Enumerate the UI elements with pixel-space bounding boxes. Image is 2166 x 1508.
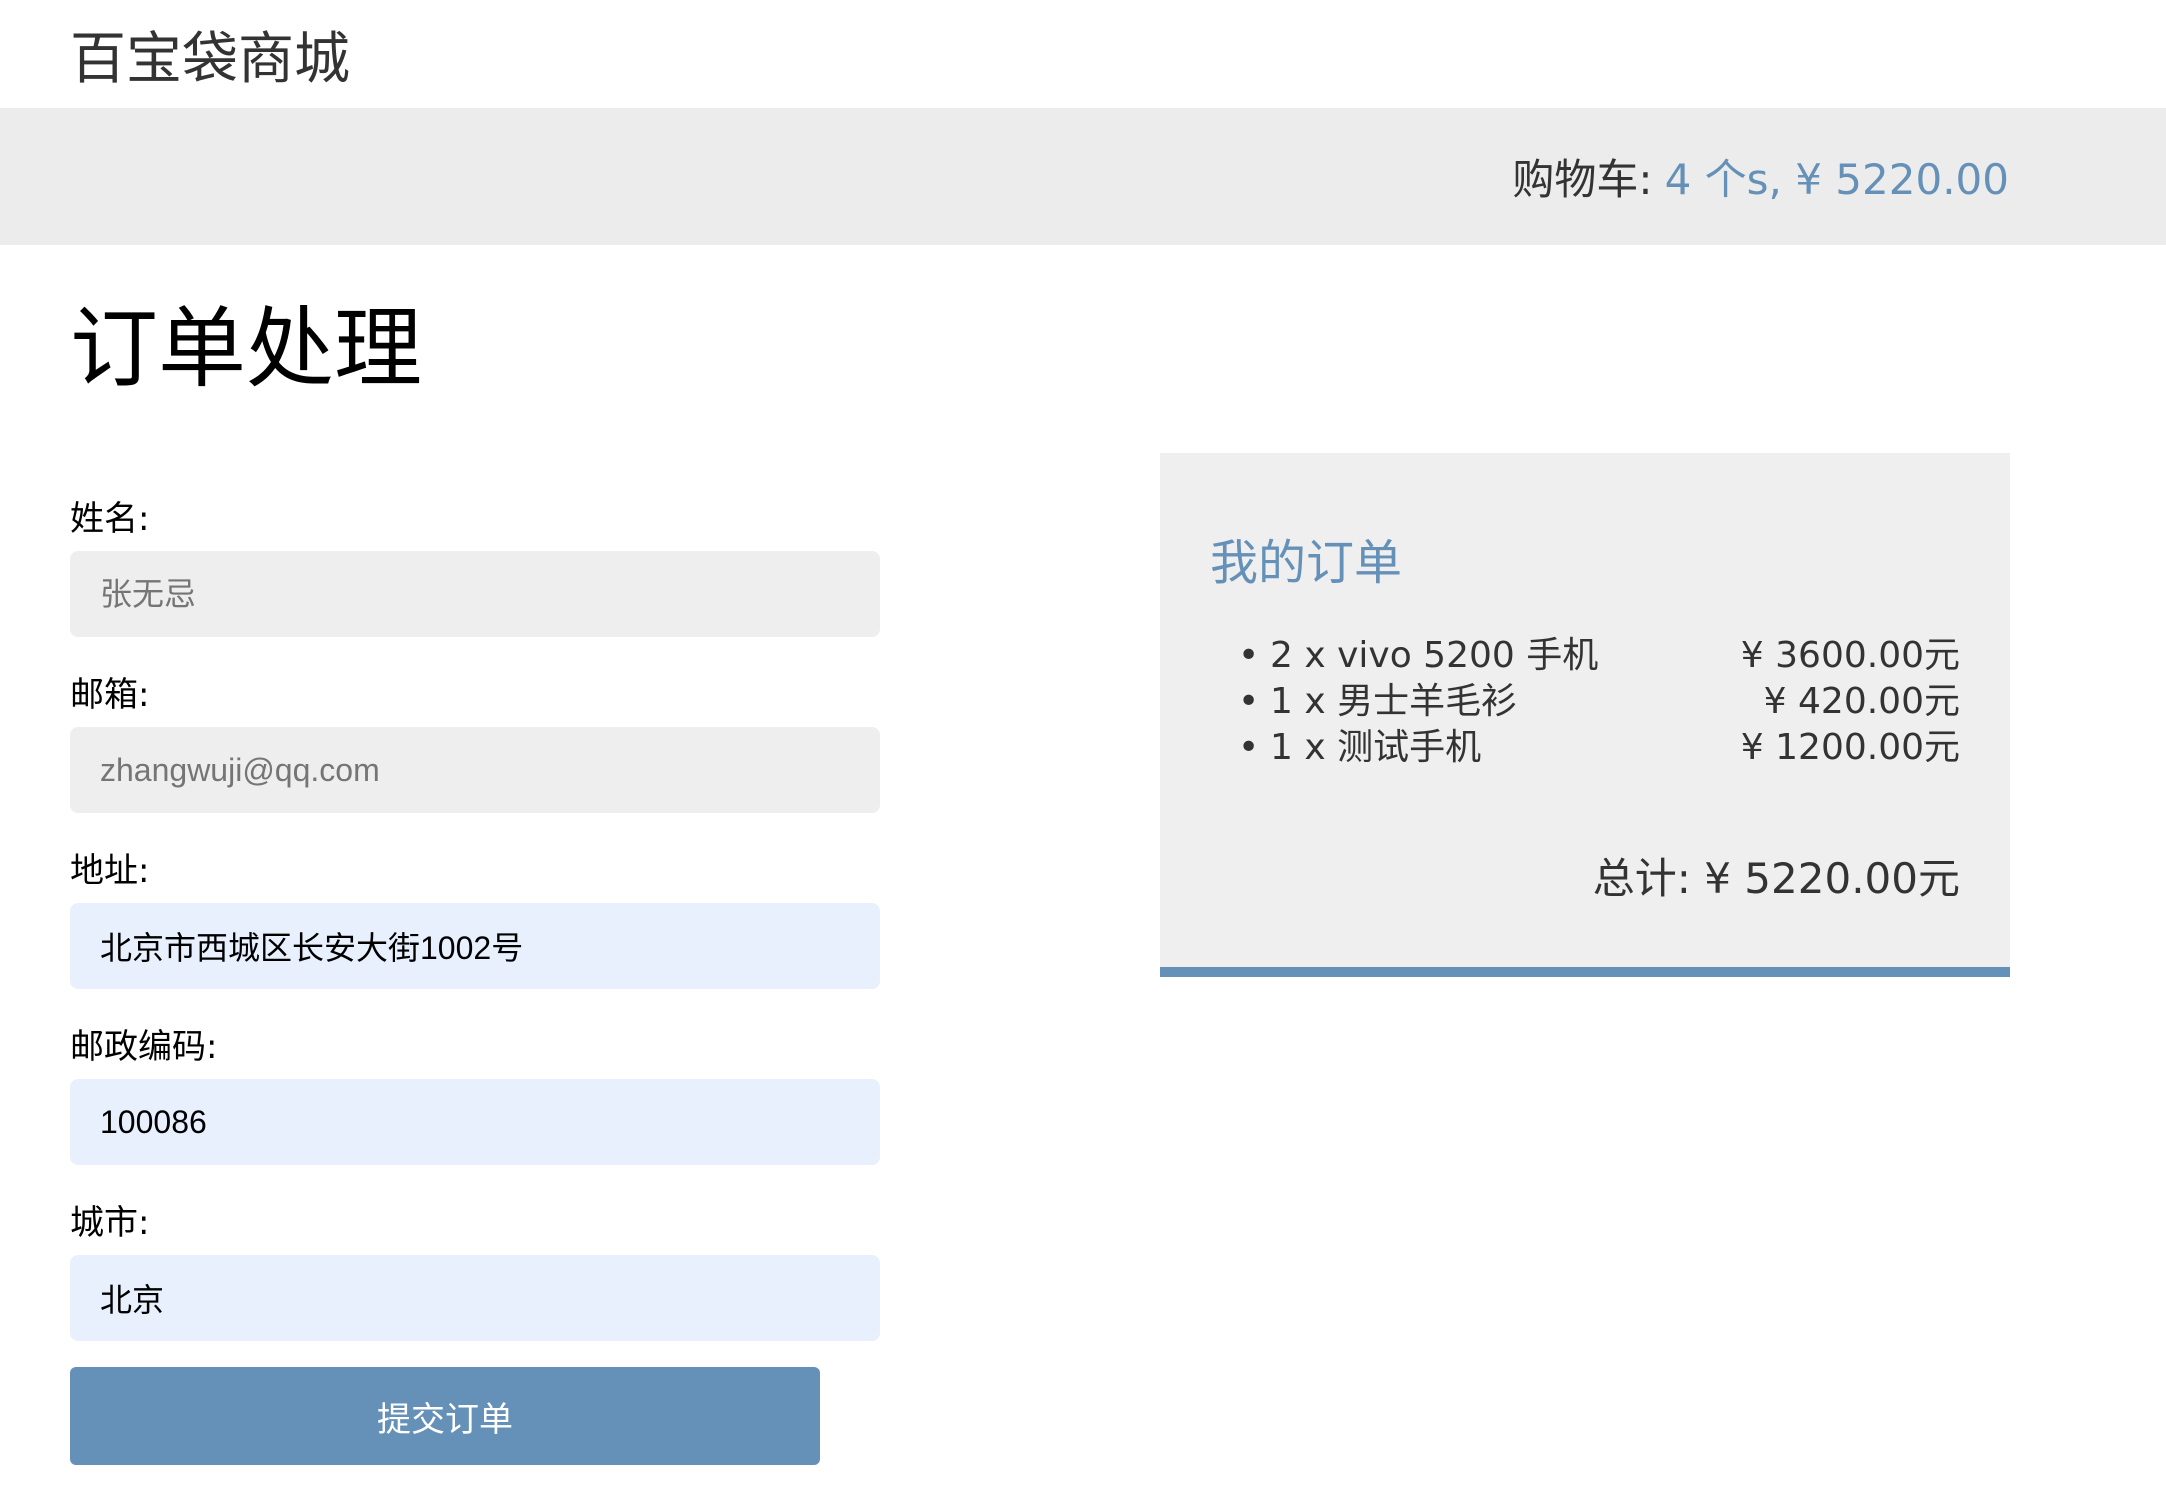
- order-item-price: ¥ 420.00元: [1763, 681, 1960, 722]
- page-title: 订单处理: [70, 297, 423, 400]
- city-input[interactable]: [70, 1255, 880, 1341]
- email-input[interactable]: [70, 727, 880, 813]
- name-label: 姓名:: [70, 499, 150, 539]
- city-label: 城市:: [70, 1203, 150, 1243]
- site-header: 百宝袋商城: [0, 0, 2166, 108]
- address-label: 地址:: [70, 851, 150, 891]
- email-label: 邮箱:: [70, 675, 150, 715]
- order-item: 2 x vivo 5200 手机 ¥ 3600.00元: [1270, 633, 1960, 679]
- cart-bar: 购物车: 4 个s, ¥ 5220.00: [0, 108, 2166, 245]
- order-total: 总计: ¥ 5220.00元: [1592, 854, 1960, 903]
- order-summary-title: 我的订单: [1210, 535, 1403, 591]
- order-item: 1 x 男士羊毛衫 ¥ 420.00元: [1270, 679, 1960, 725]
- submit-order-button[interactable]: 提交订单: [70, 1367, 820, 1465]
- postal-code-input[interactable]: [70, 1079, 880, 1165]
- order-item: 1 x 测试手机 ¥ 1200.00元: [1270, 725, 1960, 771]
- order-item-price: ¥ 3600.00元: [1740, 635, 1960, 676]
- cart-label: 购物车:: [1512, 155, 1653, 204]
- order-item-price: ¥ 1200.00元: [1740, 727, 1960, 768]
- order-item-description: 1 x 测试手机: [1270, 725, 1481, 771]
- postal-code-label: 邮政编码:: [70, 1027, 218, 1067]
- site-logo[interactable]: 百宝袋商城: [70, 14, 350, 95]
- address-input[interactable]: [70, 903, 880, 989]
- cart-summary-link[interactable]: 4 个s, ¥ 5220.00: [1665, 146, 2009, 207]
- order-form: 姓名: 邮箱: 地址: 邮政编码: 城市: 提交订单: [70, 493, 880, 1465]
- name-input[interactable]: [70, 551, 880, 637]
- order-item-description: 1 x 男士羊毛衫: [1270, 679, 1517, 725]
- order-item-description: 2 x vivo 5200 手机: [1270, 633, 1598, 679]
- order-summary: 我的订单 2 x vivo 5200 手机 ¥ 3600.00元 1 x 男士羊…: [1160, 453, 2010, 977]
- order-item-list: 2 x vivo 5200 手机 ¥ 3600.00元 1 x 男士羊毛衫 ¥ …: [1210, 633, 1960, 771]
